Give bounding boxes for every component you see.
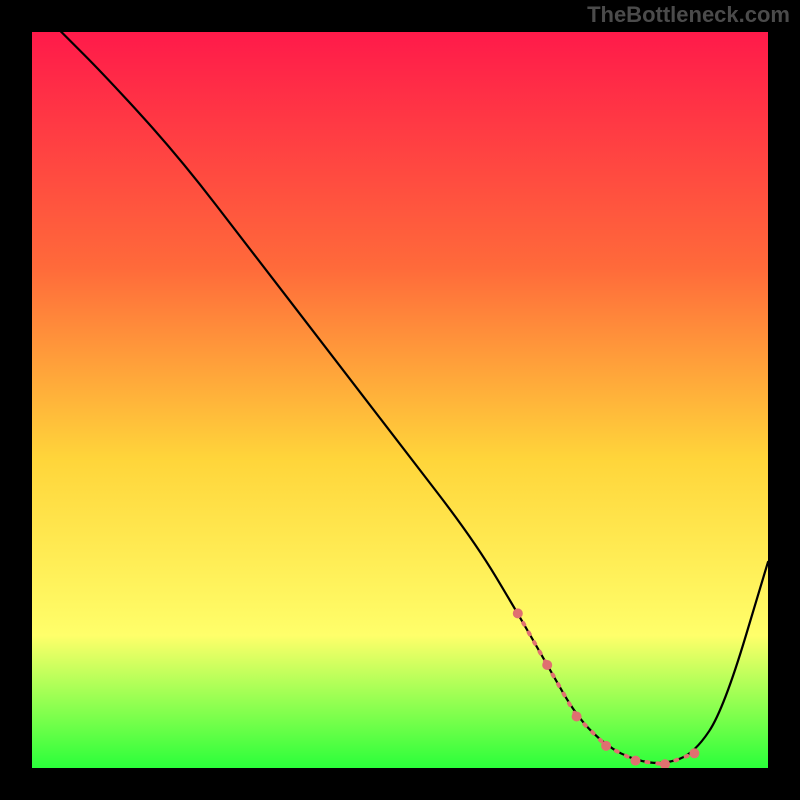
gradient-background [32,32,768,768]
bottleneck-chart [32,32,768,768]
chart-frame: TheBottleneck.com [0,0,800,800]
watermark-text: TheBottleneck.com [587,2,790,28]
